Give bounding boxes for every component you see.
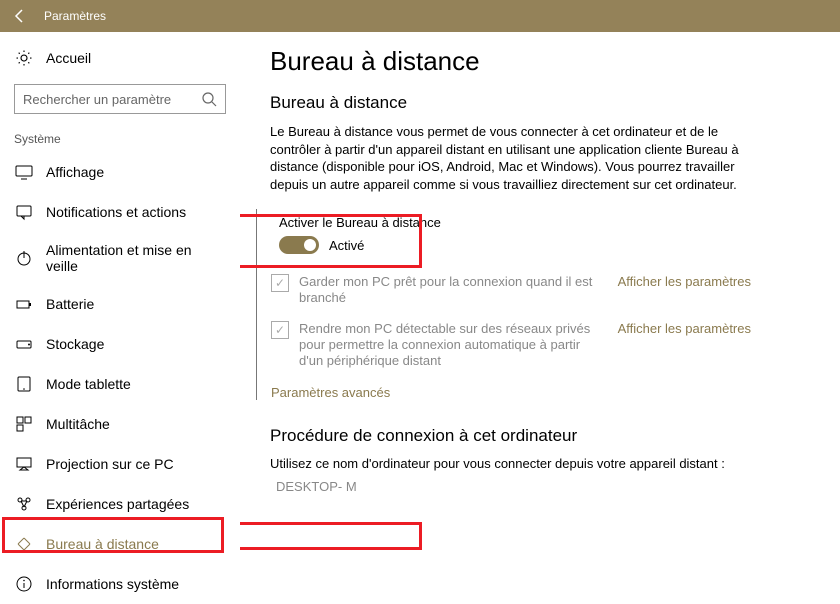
connection-description: Utilisez ce nom d'ordinateur pour vous c… xyxy=(270,456,750,471)
option-discoverable: ✓ Rendre mon PC détectable sur des résea… xyxy=(271,321,751,370)
connection-section-title: Procédure de connexion à cet ordinateur xyxy=(270,426,826,446)
sidebar-item-info[interactable]: Informations système xyxy=(0,564,240,604)
search-input[interactable] xyxy=(23,92,201,107)
home-label: Accueil xyxy=(46,50,91,66)
toggle-label: Activer le Bureau à distance xyxy=(279,215,441,230)
window-title: Paramètres xyxy=(44,9,106,23)
nav-label: Stockage xyxy=(46,336,104,352)
home-button[interactable]: Accueil xyxy=(0,40,240,76)
pc-name-box: DESKTOP- M xyxy=(270,475,363,498)
main-panel: Bureau à distance Bureau à distance Le B… xyxy=(240,32,840,561)
projection-icon xyxy=(14,454,34,474)
nav-label: Alimentation et mise en veille xyxy=(46,242,226,274)
nav-label: Multitâche xyxy=(46,416,110,432)
titlebar: Paramètres xyxy=(0,0,840,32)
sidebar-item-power[interactable]: Alimentation et mise en veille xyxy=(0,232,240,284)
back-button[interactable] xyxy=(0,0,40,32)
power-icon xyxy=(14,248,34,268)
multitask-icon xyxy=(14,414,34,434)
show-settings-link[interactable]: Afficher les paramètres xyxy=(618,274,751,289)
description-text: Le Bureau à distance vous permet de vous… xyxy=(270,123,750,193)
shared-icon xyxy=(14,494,34,514)
gear-icon xyxy=(14,48,34,68)
nav-label: Notifications et actions xyxy=(46,204,186,220)
notifications-icon xyxy=(14,202,34,222)
remote-desktop-icon xyxy=(14,534,34,554)
nav-label: Bureau à distance xyxy=(46,536,159,552)
search-icon xyxy=(201,91,217,107)
sidebar-item-multitask[interactable]: Multitâche xyxy=(0,404,240,444)
highlight-pcname xyxy=(240,522,422,550)
sidebar-item-remote-desktop[interactable]: Bureau à distance xyxy=(0,524,240,564)
sidebar-item-tablet[interactable]: Mode tablette xyxy=(0,364,240,404)
toggle-area: Activer le Bureau à distance Activé xyxy=(271,209,449,260)
sidebar-item-projection[interactable]: Projection sur ce PC xyxy=(0,444,240,484)
storage-icon xyxy=(14,334,34,354)
search-box[interactable] xyxy=(14,84,226,114)
show-settings-link[interactable]: Afficher les paramètres xyxy=(618,321,751,336)
sidebar-item-battery[interactable]: Batterie xyxy=(0,284,240,324)
toggle-knob xyxy=(304,239,316,251)
nav-label: Expériences partagées xyxy=(46,496,189,512)
tablet-icon xyxy=(14,374,34,394)
page-title: Bureau à distance xyxy=(270,46,826,77)
nav-label: Batterie xyxy=(46,296,94,312)
nav-label: Mode tablette xyxy=(46,376,131,392)
toggle-switch[interactable] xyxy=(279,236,319,254)
checkbox-icon[interactable]: ✓ xyxy=(271,274,289,292)
sidebar-item-storage[interactable]: Stockage xyxy=(0,324,240,364)
toggle-state: Activé xyxy=(329,238,364,253)
battery-icon xyxy=(14,294,34,314)
remote-desktop-toggle[interactable]: Activé xyxy=(279,236,441,254)
advanced-settings-link[interactable]: Paramètres avancés xyxy=(271,385,390,400)
nav-label: Informations système xyxy=(46,576,179,592)
section-label: Système xyxy=(0,132,240,152)
display-icon xyxy=(14,162,34,182)
section-title: Bureau à distance xyxy=(270,93,826,113)
checkbox-icon[interactable]: ✓ xyxy=(271,321,289,339)
nav-label: Projection sur ce PC xyxy=(46,456,174,472)
info-icon xyxy=(14,574,34,594)
sidebar-item-shared[interactable]: Expériences partagées xyxy=(0,484,240,524)
option-text: Garder mon PC prêt pour la connexion qua… xyxy=(299,274,618,307)
sidebar-item-notifications[interactable]: Notifications et actions xyxy=(0,192,240,232)
pc-name: DESKTOP- M xyxy=(276,479,357,494)
nav-label: Affichage xyxy=(46,164,104,180)
option-text: Rendre mon PC détectable sur des réseaux… xyxy=(299,321,618,370)
option-keep-awake: ✓ Garder mon PC prêt pour la connexion q… xyxy=(271,274,751,307)
sidebar-item-affichage[interactable]: Affichage xyxy=(0,152,240,192)
sidebar: Accueil Système Affichage Notifications … xyxy=(0,32,240,561)
